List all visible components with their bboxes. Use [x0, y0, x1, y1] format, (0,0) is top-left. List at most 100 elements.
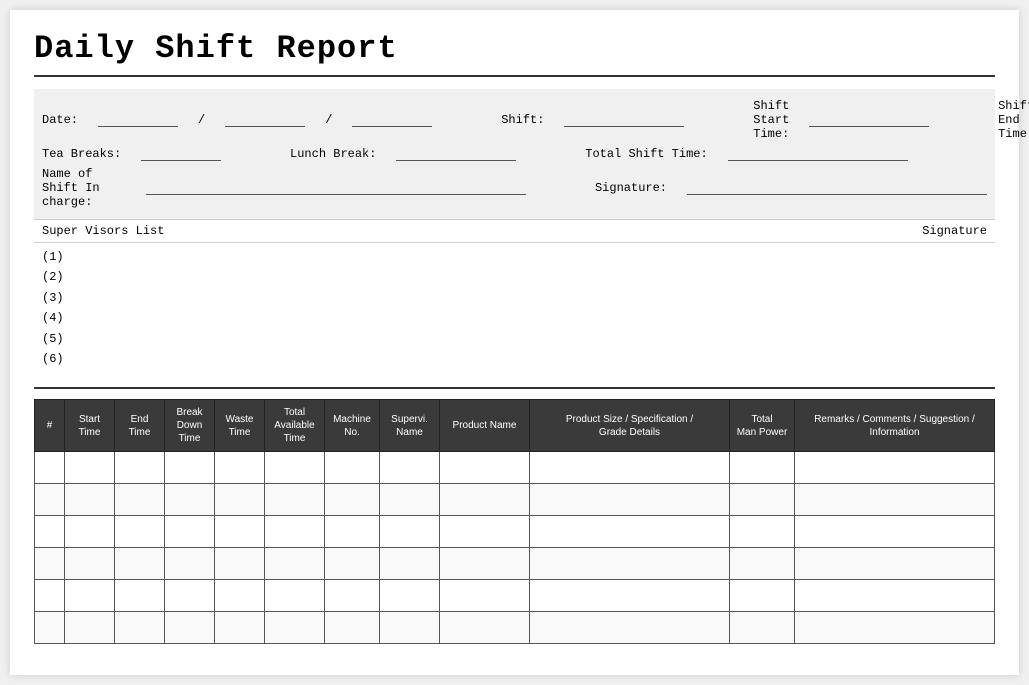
cell[interactable]	[65, 484, 115, 516]
cell[interactable]	[115, 484, 165, 516]
cell[interactable]	[440, 516, 530, 548]
supervisor-item-3: (3)	[42, 288, 987, 308]
cell[interactable]	[440, 484, 530, 516]
col-machine-no: MachineNo.	[325, 400, 380, 452]
cell[interactable]	[265, 516, 325, 548]
cell[interactable]	[530, 484, 730, 516]
cell[interactable]	[325, 484, 380, 516]
cell[interactable]	[165, 612, 215, 644]
cell[interactable]	[215, 452, 265, 484]
cell[interactable]	[530, 548, 730, 580]
cell[interactable]	[530, 452, 730, 484]
cell[interactable]	[35, 516, 65, 548]
cell[interactable]	[165, 452, 215, 484]
cell[interactable]	[115, 452, 165, 484]
cell[interactable]	[115, 516, 165, 548]
cell[interactable]	[65, 452, 115, 484]
cell[interactable]	[730, 580, 795, 612]
cell[interactable]	[795, 484, 995, 516]
date-field-year[interactable]	[352, 113, 432, 127]
shift-start-field[interactable]	[809, 113, 929, 127]
shift-field[interactable]	[564, 113, 684, 127]
cell[interactable]	[35, 452, 65, 484]
col-hash: #	[35, 400, 65, 452]
cell[interactable]	[265, 484, 325, 516]
page: Daily Shift Report Date: / / Shift: Shif…	[10, 10, 1019, 675]
cell[interactable]	[115, 612, 165, 644]
cell[interactable]	[325, 516, 380, 548]
cell[interactable]	[380, 484, 440, 516]
supervisor-item-4: (4)	[42, 308, 987, 328]
table-header-row: # StartTime EndTime BreakDownTime WasteT…	[35, 400, 995, 452]
cell[interactable]	[215, 580, 265, 612]
title-divider	[34, 75, 995, 77]
cell[interactable]	[65, 516, 115, 548]
shift-label: Shift:	[501, 113, 544, 127]
total-shift-field[interactable]	[728, 147, 908, 161]
name-label: Name of Shift In charge:	[42, 167, 126, 209]
cell[interactable]	[65, 548, 115, 580]
cell[interactable]	[325, 452, 380, 484]
cell[interactable]	[325, 612, 380, 644]
cell[interactable]	[35, 484, 65, 516]
cell[interactable]	[65, 612, 115, 644]
report-table: # StartTime EndTime BreakDownTime WasteT…	[34, 399, 995, 644]
cell[interactable]	[530, 516, 730, 548]
cell[interactable]	[440, 612, 530, 644]
cell[interactable]	[380, 580, 440, 612]
cell[interactable]	[440, 580, 530, 612]
cell[interactable]	[35, 612, 65, 644]
cell[interactable]	[795, 548, 995, 580]
date-field-month[interactable]	[225, 113, 305, 127]
cell[interactable]	[215, 516, 265, 548]
cell[interactable]	[215, 612, 265, 644]
cell[interactable]	[165, 548, 215, 580]
cell[interactable]	[165, 484, 215, 516]
cell[interactable]	[215, 484, 265, 516]
total-shift-label: Total Shift Time:	[585, 147, 707, 161]
cell[interactable]	[795, 516, 995, 548]
cell[interactable]	[165, 580, 215, 612]
cell[interactable]	[440, 548, 530, 580]
cell[interactable]	[325, 548, 380, 580]
cell[interactable]	[380, 612, 440, 644]
cell[interactable]	[325, 580, 380, 612]
page-title: Daily Shift Report	[34, 30, 995, 67]
cell[interactable]	[35, 548, 65, 580]
col-end-time: EndTime	[115, 400, 165, 452]
shift-start-label: Shift Start Time:	[753, 99, 789, 141]
cell[interactable]	[35, 580, 65, 612]
cell[interactable]	[730, 516, 795, 548]
cell[interactable]	[265, 548, 325, 580]
tea-breaks-field[interactable]	[141, 147, 221, 161]
cell[interactable]	[795, 580, 995, 612]
table-row	[35, 580, 995, 612]
supervisors-section: Super Visors List Signature (1) (2) (3) …	[34, 219, 995, 377]
cell[interactable]	[115, 580, 165, 612]
cell[interactable]	[65, 580, 115, 612]
cell[interactable]	[215, 548, 265, 580]
cell[interactable]	[530, 580, 730, 612]
cell[interactable]	[380, 516, 440, 548]
cell[interactable]	[380, 548, 440, 580]
signature-field[interactable]	[687, 181, 987, 195]
cell[interactable]	[265, 452, 325, 484]
table-body	[35, 452, 995, 644]
cell[interactable]	[265, 580, 325, 612]
cell[interactable]	[730, 484, 795, 516]
cell[interactable]	[440, 452, 530, 484]
header-row-2: Tea Breaks: Lunch Break: Total Shift Tim…	[42, 147, 987, 161]
cell[interactable]	[380, 452, 440, 484]
lunch-break-field[interactable]	[396, 147, 516, 161]
cell[interactable]	[730, 612, 795, 644]
cell[interactable]	[730, 548, 795, 580]
cell[interactable]	[165, 516, 215, 548]
name-field[interactable]	[146, 181, 526, 195]
cell[interactable]	[795, 612, 995, 644]
cell[interactable]	[730, 452, 795, 484]
cell[interactable]	[265, 612, 325, 644]
cell[interactable]	[115, 548, 165, 580]
date-field-day[interactable]	[98, 113, 178, 127]
cell[interactable]	[795, 452, 995, 484]
cell[interactable]	[530, 612, 730, 644]
